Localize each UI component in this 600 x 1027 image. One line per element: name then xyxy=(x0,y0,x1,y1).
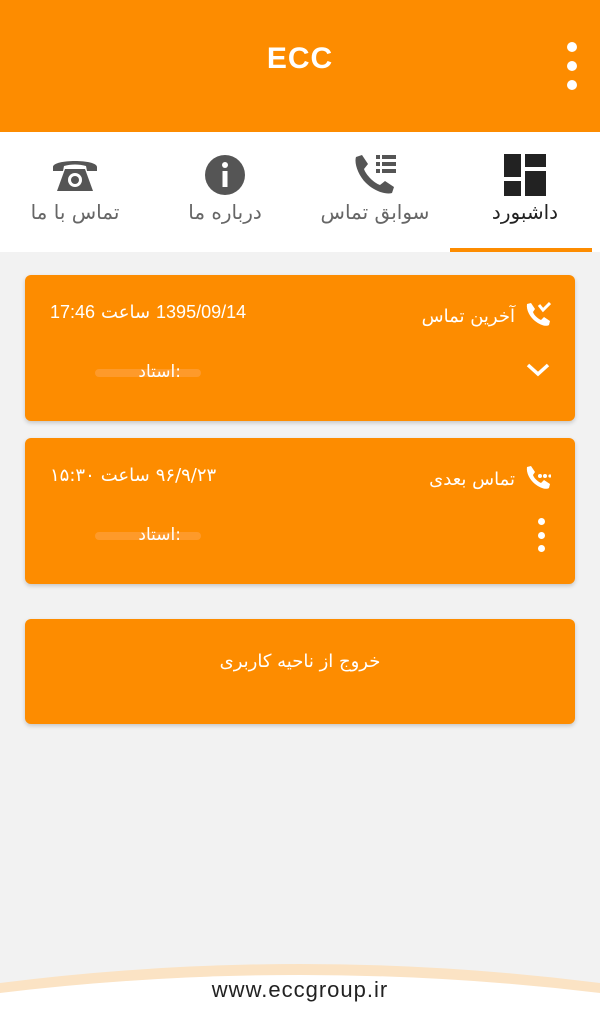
call-received-icon xyxy=(525,301,552,332)
call-scheduled-icon xyxy=(525,464,552,495)
logout-button[interactable]: خروج از ناحیه کاربری xyxy=(25,619,575,724)
tab-about[interactable]: درباره ما xyxy=(150,132,300,252)
tab-label-about: درباره ما xyxy=(188,200,262,224)
last-call-card[interactable]: آخرین تماس 17:46 ساعت 1395/09/14 استاد: xyxy=(25,275,575,421)
next-call-label: تماس بعدی xyxy=(429,469,515,490)
tab-label-dashboard: داشبورد xyxy=(491,200,559,224)
logout-label: خروج از ناحیه کاربری xyxy=(219,651,381,672)
next-call-datetime: ۱۵:۳۰ ساعت ۹۶/۹/۲۳ xyxy=(50,465,216,486)
more-vert-icon[interactable] xyxy=(537,518,545,552)
teacher-label: استاد: xyxy=(138,525,181,545)
app-bar: ECC xyxy=(0,0,600,132)
last-call-time-word: ساعت xyxy=(101,302,151,323)
tab-dashboard[interactable]: داشبورد xyxy=(450,132,600,252)
tab-call-history[interactable]: سوابق تماس xyxy=(300,132,450,252)
tab-contact[interactable]: تماس با ما xyxy=(0,132,150,252)
footer: www.eccgroup.ir xyxy=(0,955,600,1027)
last-call-datetime: 17:46 ساعت 1395/09/14 xyxy=(50,302,246,323)
chevron-down-icon[interactable] xyxy=(525,359,551,381)
more-vert-icon[interactable] xyxy=(566,42,578,90)
tab-label-call-history: سوابق تماس xyxy=(320,200,430,224)
last-call-date: 1395/09/14 xyxy=(156,302,247,322)
last-call-time: 17:46 xyxy=(50,302,96,322)
dashboard-icon xyxy=(504,152,546,198)
tab-bar: داشبورد سوابق تماس درباره ما تماس با ما xyxy=(0,132,600,252)
next-call-date: ۹۶/۹/۲۳ xyxy=(155,465,217,486)
telephone-icon xyxy=(51,152,99,198)
next-call-time: ۱۵:۳۰ xyxy=(50,465,95,486)
next-call-card[interactable]: تماس بعدی ۱۵:۳۰ ساعت ۹۶/۹/۲۳ استاد: xyxy=(25,438,575,584)
last-call-label: آخرین تماس xyxy=(421,306,515,327)
call-history-icon xyxy=(352,152,398,198)
tab-label-contact: تماس با ما xyxy=(30,200,120,224)
teacher-label: استاد: xyxy=(138,362,181,382)
info-icon xyxy=(204,152,246,198)
next-call-time-word: ساعت xyxy=(100,465,150,486)
app-title: ECC xyxy=(266,42,334,75)
footer-url-link[interactable]: www.eccgroup.ir xyxy=(0,977,600,1003)
